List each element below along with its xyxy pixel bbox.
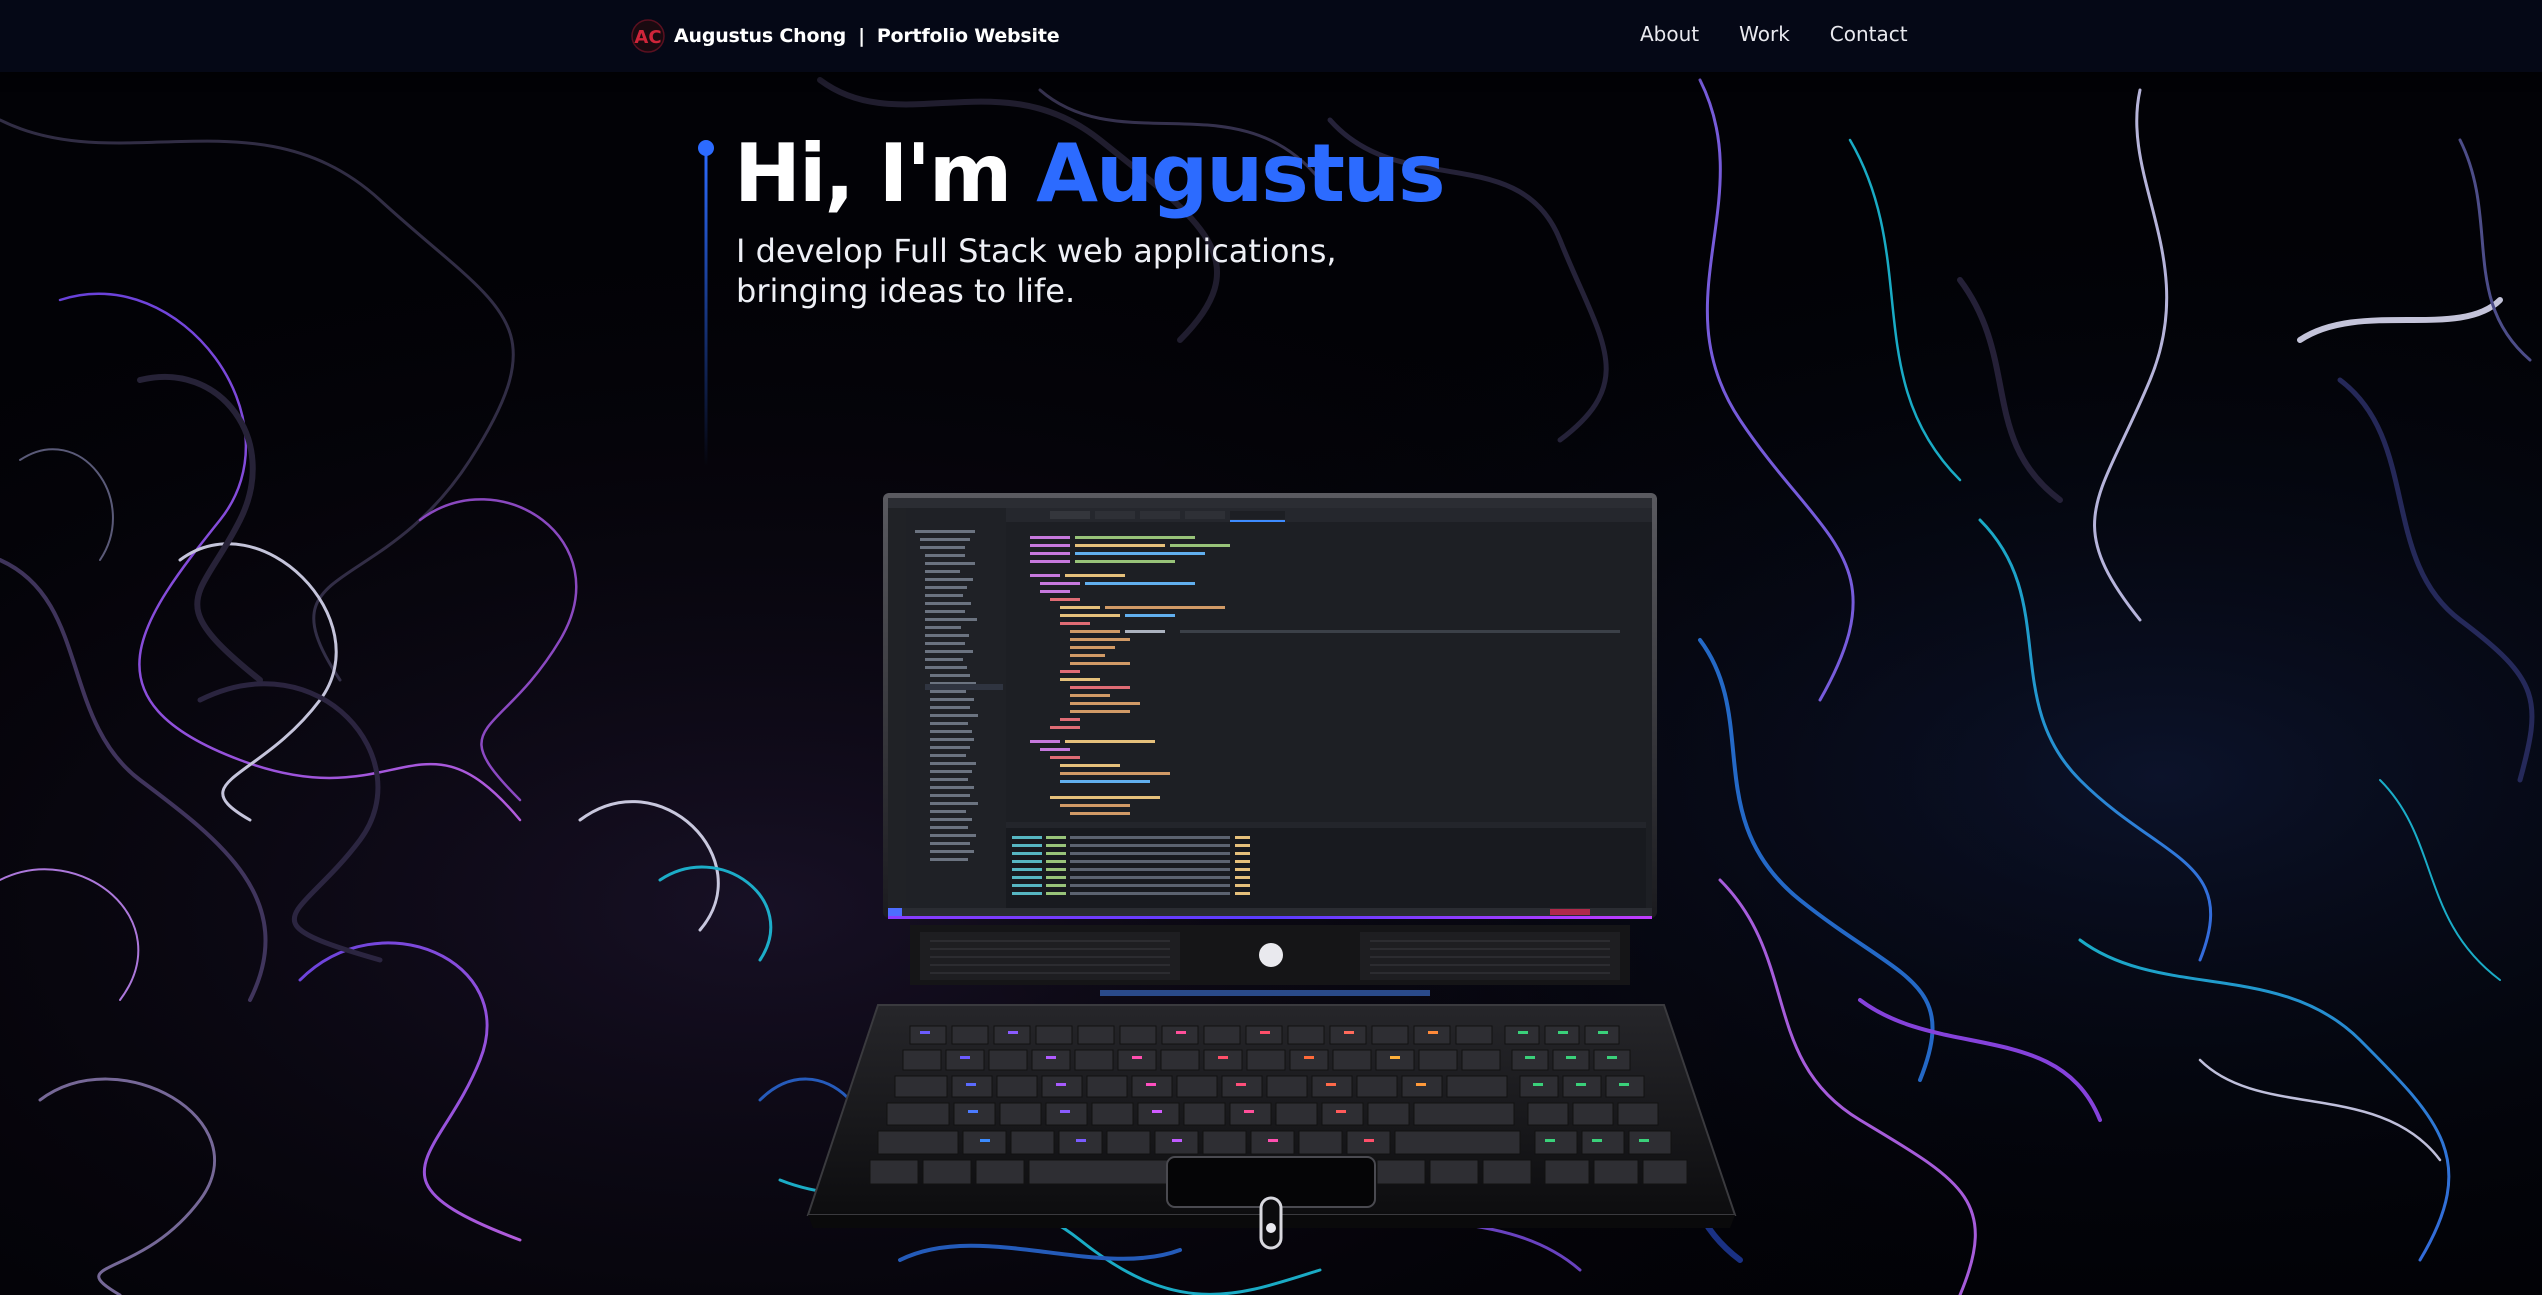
hero-subtitle-line-2: bringing ideas to life. xyxy=(736,272,1076,310)
scroll-indicator-icon[interactable] xyxy=(1259,1196,1283,1250)
laptop-keyboard-deck xyxy=(806,1004,1737,1228)
nav-links: About Work Contact xyxy=(1640,22,1908,46)
nav-link-work[interactable]: Work xyxy=(1739,22,1790,46)
laptop-hinge xyxy=(910,925,1630,996)
laptop-screen xyxy=(883,493,1657,919)
hero-name: Augustus xyxy=(1036,127,1446,220)
svg-text:AC: AC xyxy=(634,27,661,48)
nav-link-contact[interactable]: Contact xyxy=(1830,22,1908,46)
brand-name: Augustus Chong xyxy=(674,25,847,47)
brand-tagline: Portfolio Website xyxy=(876,25,1060,47)
ac-monogram-logo-icon: AC xyxy=(631,19,665,53)
hero-heading: Hi, I'm Augustus xyxy=(734,126,1446,222)
hero-greeting: Hi, I'm xyxy=(734,127,1037,220)
top-navbar: AC Augustus Chong | Portfolio Website Ab… xyxy=(0,0,2542,72)
brand-home-link[interactable]: AC Augustus Chong | Portfolio Website xyxy=(630,19,1060,53)
nav-link-about[interactable]: About xyxy=(1640,22,1699,46)
hero-accent-line xyxy=(698,140,714,466)
brand-separator: | xyxy=(858,25,865,47)
hero-subtitle: I develop Full Stack web applications, b… xyxy=(736,231,1436,311)
hero-subtitle-line-1: I develop Full Stack web applications, xyxy=(736,232,1337,270)
